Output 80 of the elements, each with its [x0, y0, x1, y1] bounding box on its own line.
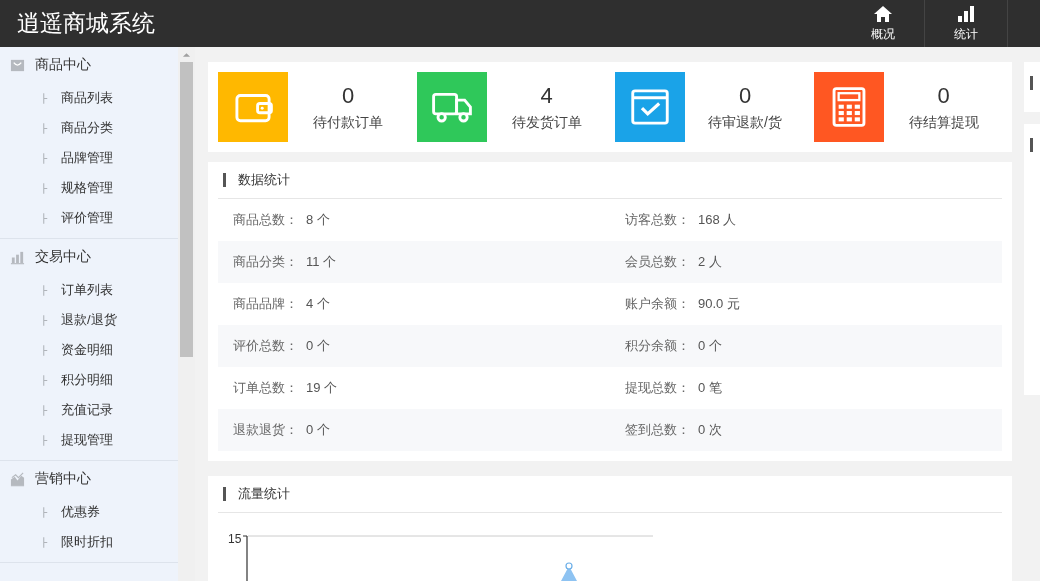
menu-item[interactable]: 评价管理 [61, 209, 113, 227]
stat-value: 19 个 [306, 379, 338, 397]
nav-tab[interactable]: 统计 [925, 0, 1008, 47]
stat-value: 2 人 [698, 253, 722, 271]
stat-value: 0 个 [698, 337, 722, 355]
stat-label: 提现总数： [625, 379, 690, 397]
stat-value: 168 人 [698, 211, 737, 229]
stat-value: 90.0 元 [698, 295, 740, 313]
app-title: 逍遥商城系统 [16, 9, 155, 38]
menu-group[interactable]: 商品中心 [0, 47, 178, 83]
menu-group[interactable]: 营销中心 [0, 461, 178, 497]
tree-line-icon [42, 433, 49, 447]
menu-item[interactable]: 提现管理 [61, 431, 113, 449]
icon-tile[interactable] [615, 72, 685, 142]
stat-value: 0 次 [698, 421, 722, 439]
tree-line-icon [42, 535, 49, 549]
stat-label: 商品品牌： [233, 295, 298, 313]
stat-value: 11 个 [306, 253, 337, 271]
tree-line-icon [42, 283, 49, 297]
menu-item[interactable]: 品牌管理 [61, 149, 113, 167]
tree-line-icon [42, 505, 49, 519]
stat-label: 账户余额： [625, 295, 690, 313]
count-value: 0 [737, 82, 753, 109]
menu-item[interactable]: 优惠券 [61, 503, 100, 521]
stat-value: 0 个 [306, 421, 330, 439]
stat-value: 4 个 [306, 295, 330, 313]
icon-tile[interactable] [416, 72, 487, 142]
stat-label: 商品分类： [233, 253, 298, 271]
tree-line-icon [42, 403, 49, 417]
menu-item[interactable]: 积分明细 [61, 371, 113, 389]
panel-title: 流量统计 [238, 485, 290, 503]
tree-line-icon [42, 181, 49, 195]
count-label: 待付款订单 [312, 113, 384, 132]
count-value: 0 [936, 82, 951, 109]
tree-line-icon [42, 343, 49, 357]
menu-group[interactable]: 交易中心 [0, 239, 178, 275]
stat-value: 0 笔 [698, 379, 722, 397]
nav-tab[interactable]: 概况 [842, 0, 925, 47]
bar-chart-icon [10, 249, 25, 265]
count-label: 待审退款/货 [707, 113, 783, 132]
stat-label: 退款退货： [233, 421, 298, 439]
home-icon [873, 4, 893, 24]
stat-label: 商品总数： [233, 211, 298, 229]
menu-item[interactable]: 充值记录 [61, 401, 113, 419]
tree-line-icon [42, 151, 49, 165]
menu-item[interactable]: 规格管理 [61, 179, 113, 197]
scroll-up-icon[interactable] [182, 52, 191, 58]
count-label: 待结算提现 [907, 113, 980, 132]
menu-item[interactable]: 商品列表 [61, 89, 113, 107]
icon-tile[interactable] [813, 72, 884, 142]
y-axis [243, 535, 248, 581]
menu-item[interactable]: 订单列表 [61, 281, 113, 299]
count-value: 4 [539, 82, 554, 109]
bar-chart-icon [956, 4, 976, 24]
stat-label: 评价总数： [233, 337, 298, 355]
count-value: 0 [340, 82, 356, 109]
bag-icon [10, 57, 25, 73]
scrollbar-thumb[interactable] [180, 62, 193, 357]
tree-line-icon [42, 313, 49, 327]
icon-tile[interactable] [218, 72, 288, 142]
stat-label: 会员总数： [625, 253, 690, 271]
stat-label: 订单总数： [233, 379, 298, 397]
menu-item[interactable]: 资金明细 [61, 341, 113, 359]
tree-line-icon [42, 91, 49, 105]
tree-line-icon [42, 121, 49, 135]
stat-value: 0 个 [306, 337, 330, 355]
menu-item[interactable]: 退款/退货 [61, 311, 117, 329]
side-panel [1024, 62, 1040, 112]
stat-value: 8 个 [306, 211, 330, 229]
growth-chart-icon [10, 471, 25, 487]
tree-line-icon [42, 373, 49, 387]
count-label: 待发货订单 [510, 113, 583, 132]
stat-label: 访客总数： [625, 211, 690, 229]
menu-item[interactable]: 商品分类 [61, 119, 113, 137]
tree-line-icon [42, 211, 49, 225]
axis-tick-label: 15 [228, 532, 242, 546]
stat-label: 签到总数： [625, 421, 690, 439]
stat-label: 积分余额： [625, 337, 690, 355]
panel-title: 数据统计 [238, 171, 290, 189]
menu-item[interactable]: 限时折扣 [61, 533, 113, 551]
